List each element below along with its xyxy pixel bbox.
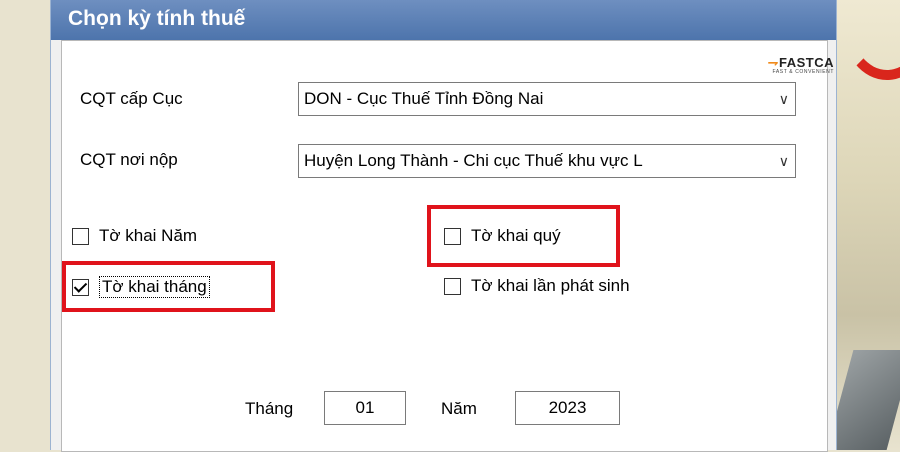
to-khai-nam-label: Tờ khai Năm — [99, 226, 198, 245]
cqt-noi-nop-label: CQT nơi nộp — [80, 150, 178, 169]
month-label: Tháng — [245, 399, 294, 418]
dialog-title: Chọn kỳ tính thuế — [51, 0, 836, 40]
year-input[interactable]: 2023 — [515, 391, 620, 425]
logo-tagline: FAST & CONVENIENT — [772, 69, 834, 75]
checkbox-to-khai-thang[interactable]: Tờ khai tháng — [72, 276, 210, 298]
dialog-body: ⇁FASTCA FAST & CONVENIENT CQT cấp Cục DO… — [61, 40, 834, 452]
year-label: Năm — [441, 399, 477, 418]
cqt-cuc-value: DON - Cục Thuế Tỉnh Đồng Nai — [304, 89, 544, 108]
to-khai-lan-phat-sinh-label: Tờ khai lần phát sinh — [471, 276, 630, 295]
checkbox-to-khai-lan-phat-sinh[interactable]: Tờ khai lần phát sinh — [444, 276, 630, 296]
month-input[interactable]: 01 — [324, 391, 406, 425]
checkbox-box[interactable] — [72, 227, 89, 245]
dialog-window: Chọn kỳ tính thuế ⇁FASTCA FAST & CONVENI… — [50, 0, 837, 452]
cqt-cuc-label: CQT cấp Cục — [80, 89, 183, 108]
checkbox-to-khai-nam[interactable]: Tờ khai Năm — [72, 226, 197, 246]
cqt-cuc-select[interactable]: DON - Cục Thuế Tỉnh Đồng Nai ∨ — [298, 82, 796, 116]
to-khai-thang-label: Tờ khai tháng — [99, 276, 210, 298]
checkbox-box[interactable] — [444, 227, 461, 245]
logo-brand: FASTCA — [779, 55, 834, 70]
to-khai-quy-label: Tờ khai quý — [471, 226, 561, 245]
logo-mark-icon: ⇁ — [767, 55, 779, 70]
checkbox-box-checked[interactable] — [72, 278, 89, 296]
cqt-noi-nop-value: Huyện Long Thành - Chi cục Thuế khu vực … — [304, 151, 643, 170]
cqt-noi-nop-select[interactable]: Huyện Long Thành - Chi cục Thuế khu vực … — [298, 144, 796, 178]
chevron-down-icon[interactable]: ∨ — [779, 83, 789, 115]
checkbox-to-khai-quy[interactable]: Tờ khai quý — [444, 226, 561, 246]
checkbox-box[interactable] — [444, 277, 461, 295]
fastca-logo: ⇁FASTCA FAST & CONVENIENT — [738, 55, 834, 83]
chevron-down-icon[interactable]: ∨ — [779, 145, 789, 177]
